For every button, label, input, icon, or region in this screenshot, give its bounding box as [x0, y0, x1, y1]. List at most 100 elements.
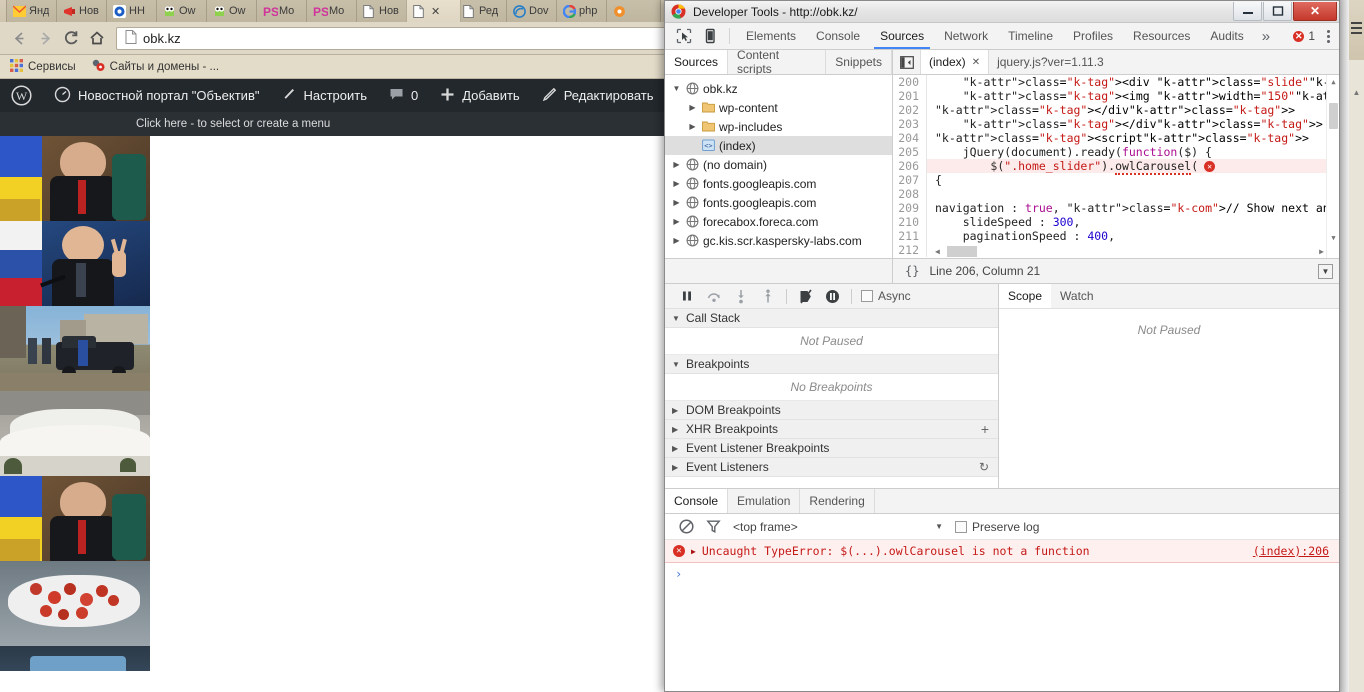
more-tabs-button[interactable]: »	[1254, 23, 1278, 49]
step-into-icon[interactable]	[727, 284, 754, 309]
add-new-menu[interactable]: Добавить	[429, 79, 530, 112]
browser-tab[interactable]: Ow	[206, 0, 261, 22]
browser-tab[interactable]: Dov	[506, 0, 561, 22]
disclosure-arrow-icon[interactable]: ▶	[672, 406, 681, 415]
code-line[interactable]: 204 "k-attr">class = "k-tag" ><script "k-attr…	[893, 131, 1339, 145]
subtab-sources[interactable]: Sources	[665, 50, 729, 74]
disclosure-arrow-icon[interactable]: ▶	[672, 463, 681, 472]
edit-menu[interactable]: Редактировать	[531, 79, 665, 112]
panel-header-event-listeners[interactable]: ▶ Event Listeners ↻	[665, 458, 998, 477]
scroll-up-arrow[interactable]: ▲	[1327, 75, 1339, 88]
disclosure-arrow-icon[interactable]: ▶	[671, 236, 682, 245]
scroll-down-arrow[interactable]: ▼	[1327, 231, 1339, 244]
scroll-right-arrow[interactable]: ▶	[1319, 247, 1324, 256]
editor-vertical-scrollbar[interactable]: ▲ ▼	[1326, 75, 1339, 258]
preserve-log-checkbox[interactable]: Preserve log	[955, 520, 1039, 534]
device-toggle-icon[interactable]	[697, 23, 723, 49]
code-line[interactable]: 206 $(".home_slider").owlCarousel(✕	[893, 159, 1339, 175]
disclosure-arrow-icon[interactable]: ▶	[671, 179, 682, 188]
tab-sources[interactable]: Sources	[870, 23, 934, 49]
scroll-left-arrow[interactable]: ◀	[935, 247, 940, 256]
error-count-badge[interactable]: ✕ 1	[1293, 23, 1321, 49]
execution-context-selector[interactable]: <top frame> ▼	[733, 520, 943, 534]
browser-tab[interactable]: php	[556, 0, 611, 22]
pause-resume-icon[interactable]	[673, 284, 700, 309]
code-line[interactable]: 203 "k-attr">class = "k-tag" ></div "k-attr"…	[893, 117, 1339, 131]
pretty-print-icon[interactable]: {}	[893, 264, 929, 278]
async-checkbox[interactable]: Async	[861, 289, 911, 303]
wordpress-logo[interactable]: W	[0, 79, 43, 112]
drawer-tab-emulation[interactable]: Emulation	[728, 489, 801, 513]
site-name-menu[interactable]: Новостной портал "Объектив"	[43, 79, 270, 112]
minimize-button[interactable]	[1233, 1, 1262, 21]
panel-header-breakpoints[interactable]: ▼ Breakpoints	[665, 355, 998, 374]
list-item[interactable]	[0, 136, 150, 221]
disclosure-arrow-icon[interactable]: ▼	[672, 314, 681, 323]
step-out-icon[interactable]	[754, 284, 781, 309]
file-tab-jquery[interactable]: jquery.js?ver=1.11.3	[989, 50, 1112, 74]
customize-menu[interactable]: Настроить	[270, 79, 378, 112]
code-line[interactable]: 205 jQuery(document).ready(function($) {	[893, 145, 1339, 159]
file-tree-item[interactable]: ▶ fonts.googleapis.com	[665, 174, 892, 193]
inspect-cursor-icon[interactable]	[671, 23, 697, 49]
bookmark-item-services[interactable]: Сервисы	[10, 58, 76, 75]
list-item[interactable]	[0, 646, 150, 671]
refresh-icon[interactable]: ↻	[979, 460, 989, 474]
browser-tab[interactable]	[606, 0, 661, 22]
subtab-snippets[interactable]: Snippets	[826, 50, 892, 74]
checkbox-box[interactable]	[861, 290, 873, 302]
sidebar-toggle-icon[interactable]	[893, 50, 921, 74]
tab-profiles[interactable]: Profiles	[1063, 23, 1123, 49]
browser-tab[interactable]: Янд	[6, 0, 61, 22]
tab-elements[interactable]: Elements	[736, 23, 806, 49]
code-editor[interactable]: 200 "k-attr">class = "k-tag" ><div "k-attr"…	[893, 75, 1339, 258]
bookmark-item-domains[interactable]: Сайты и домены - ...	[92, 59, 219, 75]
tab-timeline[interactable]: Timeline	[998, 23, 1063, 49]
code-line[interactable]: 208	[893, 187, 1339, 201]
tab-close-icon[interactable]: ✕	[431, 5, 440, 18]
list-item[interactable]	[0, 391, 150, 476]
kebab-menu-icon[interactable]	[1321, 23, 1339, 49]
tab-resources[interactable]: Resources	[1123, 23, 1200, 49]
file-tree-item[interactable]: <> (index)	[665, 136, 892, 155]
deactivate-breakpoints-icon[interactable]	[792, 284, 819, 309]
drawer-tab-rendering[interactable]: Rendering	[800, 489, 875, 513]
browser-tab[interactable]: Ред	[456, 0, 511, 22]
code-line[interactable]: 209 navigation : true, "k-attr">class = "k-…	[893, 201, 1339, 215]
disclosure-arrow-icon[interactable]: ▶	[687, 122, 698, 131]
panel-header-dom-breakpoints[interactable]: ▶ DOM Breakpoints	[665, 401, 998, 420]
close-icon[interactable]: ✕	[972, 57, 980, 68]
code-line[interactable]: 201 "k-attr">class = "k-tag" ><img "k-attr"…	[893, 89, 1339, 103]
list-item[interactable]	[0, 561, 150, 646]
disclosure-arrow-icon[interactable]: ▶	[671, 217, 682, 226]
subtab-content-scripts[interactable]: Content scripts	[728, 48, 827, 76]
code-line[interactable]: 200 "k-attr">class = "k-tag" ><div "k-attr"…	[893, 75, 1339, 89]
step-over-icon[interactable]	[700, 284, 727, 309]
file-tree-item[interactable]: ▶ wp-includes	[665, 117, 892, 136]
disclosure-arrow-icon[interactable]: ▶	[672, 425, 681, 434]
disclosure-arrow-icon[interactable]: ▶	[671, 160, 682, 169]
drawer-tab-console[interactable]: Console	[665, 489, 729, 513]
code-line[interactable]: 207 {	[893, 173, 1339, 187]
pause-on-exceptions-icon[interactable]	[819, 284, 846, 309]
add-breakpoint-icon[interactable]: +	[981, 422, 989, 436]
file-tree-item[interactable]: ▶ wp-content	[665, 98, 892, 117]
tab-scope[interactable]: Scope	[999, 284, 1052, 308]
code-line[interactable]: 202 "k-attr">class = "k-tag" ></div "k-attr" >…	[893, 103, 1339, 117]
editor-horizontal-scrollbar[interactable]: ◀ ▶	[935, 245, 1326, 258]
tab-console[interactable]: Console	[806, 23, 870, 49]
tab-audits[interactable]: Audits	[1200, 23, 1253, 49]
popout-icon[interactable]: ▼	[1318, 263, 1333, 279]
reload-button[interactable]	[58, 25, 84, 51]
browser-tab[interactable]: PS Mo	[306, 0, 361, 22]
console-prompt[interactable]: ›	[665, 563, 1339, 585]
code-line[interactable]: 210 slideSpeed : 300,	[893, 215, 1339, 229]
file-tab-index[interactable]: (index) ✕	[921, 50, 990, 74]
disclosure-arrow-icon[interactable]: ▼	[672, 360, 681, 369]
close-button[interactable]: ✕	[1293, 1, 1337, 21]
code-line[interactable]: 211 paginationSpeed : 400,	[893, 229, 1339, 243]
home-icon[interactable]	[84, 25, 110, 51]
panel-header-xhr-breakpoints[interactable]: ▶ XHR Breakpoints +	[665, 420, 998, 439]
back-button[interactable]	[6, 25, 32, 51]
file-tree-item[interactable]: ▶ (no domain)	[665, 155, 892, 174]
